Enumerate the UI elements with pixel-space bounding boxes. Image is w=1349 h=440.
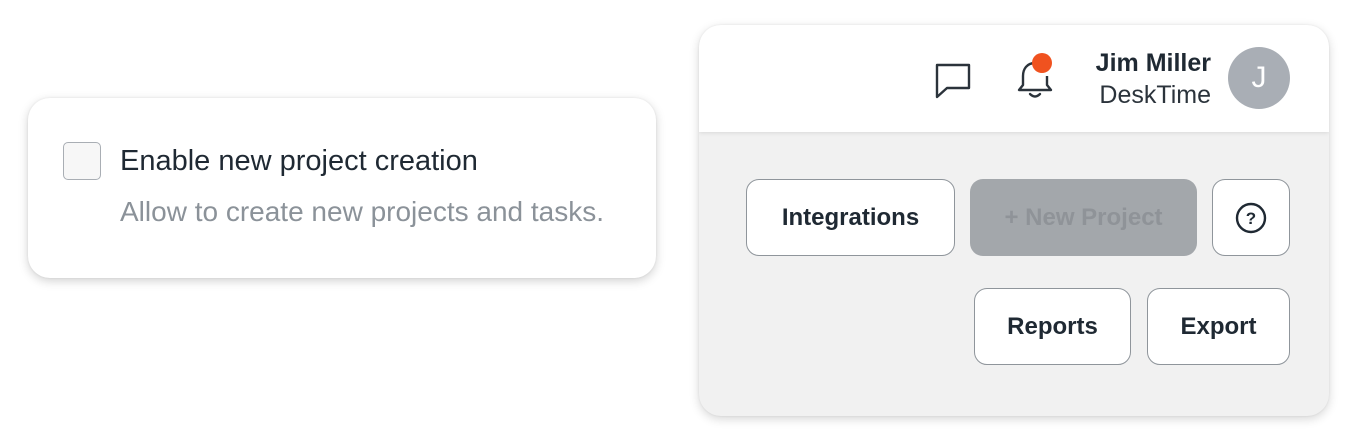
help-icon-glyph: ? (1246, 209, 1256, 228)
help-button[interactable]: ? (1212, 179, 1290, 256)
chat-icon[interactable] (933, 61, 973, 101)
project-creation-setting-card: Enable new project creation Allow to cre… (28, 98, 656, 278)
top-bar: Jim Miller DeskTime J (699, 25, 1329, 132)
reports-button[interactable]: Reports (974, 288, 1131, 365)
organization-name: DeskTime (1099, 81, 1211, 109)
export-button[interactable]: Export (1147, 288, 1290, 365)
enable-project-creation-checkbox[interactable] (63, 142, 101, 180)
setting-title: Enable new project creation (120, 145, 478, 177)
integrations-button[interactable]: Integrations (746, 179, 955, 256)
help-icon: ? (1235, 202, 1267, 233)
notification-badge (1032, 53, 1052, 73)
setting-description: Allow to create new projects and tasks. (120, 196, 605, 227)
new-project-button[interactable]: + New Project (970, 179, 1197, 256)
projects-panel: Jim Miller DeskTime J Integrations + New… (699, 25, 1329, 416)
user-name: Jim Miller (1095, 49, 1211, 77)
screen: Enable new project creation Allow to cre… (0, 0, 1349, 440)
avatar[interactable]: J (1228, 47, 1290, 109)
